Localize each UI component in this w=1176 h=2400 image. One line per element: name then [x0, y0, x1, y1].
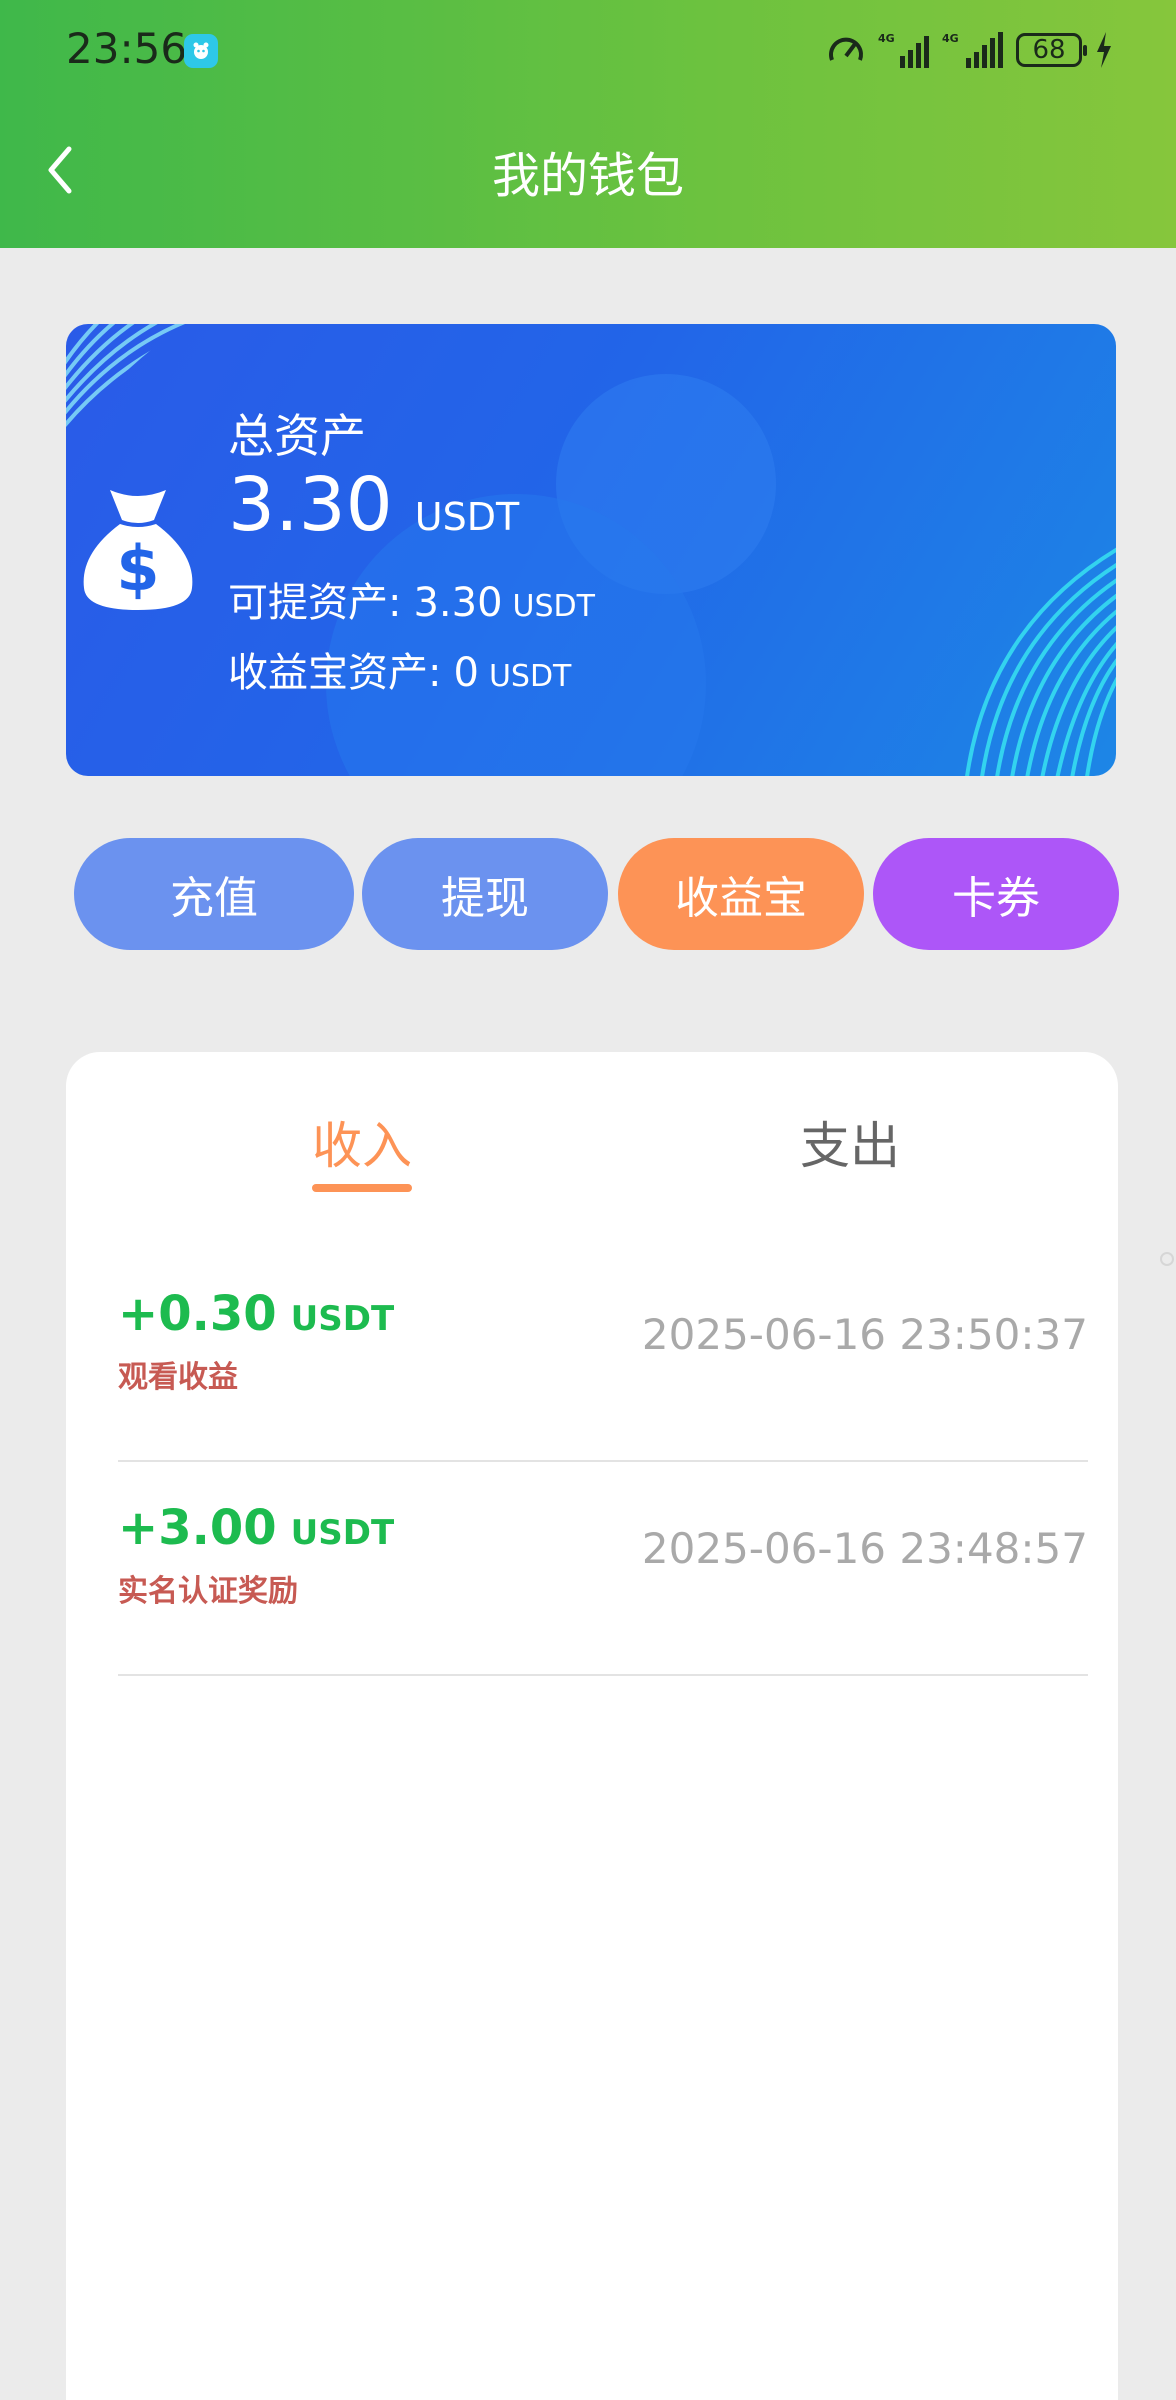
notification-app-icon: [184, 34, 218, 68]
withdrawable-unit: USDT: [512, 589, 595, 624]
signal-icon: 4G: [878, 32, 929, 68]
withdrawable-label: 可提资产:: [228, 580, 402, 626]
yield-label: 收益宝资产:: [228, 650, 442, 696]
list-item[interactable]: +3.00 USDT 实名认证奖励 2025-06-16 23:48:57: [118, 1462, 1088, 1676]
yield-assets: 收益宝资产: 0 USDT: [228, 640, 571, 698]
status-icons: 4G 4G 68: [826, 28, 1114, 72]
battery-icon: 68: [1016, 33, 1087, 67]
total-assets-value: 3.30: [228, 462, 393, 548]
record-amount-unit: USDT: [290, 1513, 395, 1553]
record-description: 实名认证奖励: [118, 1574, 298, 1609]
records-panel: 收入 支出 +0.30 USDT 观看收益 2025-06-16 23:50:3…: [66, 1052, 1118, 2400]
recharge-button[interactable]: 充值: [74, 838, 354, 950]
record-timestamp: 2025-06-16 23:50:37: [641, 1310, 1088, 1359]
status-time: 23:56: [66, 24, 188, 73]
total-assets: 3.30 USDT: [228, 462, 519, 548]
withdrawable-assets: 可提资产: 3.30 USDT: [228, 570, 595, 628]
speed-icon: [829, 37, 863, 61]
battery-level: 68: [1032, 35, 1066, 65]
withdraw-button[interactable]: 提现: [362, 838, 608, 950]
total-assets-label: 总资产: [228, 409, 366, 463]
record-amount-value: +3.00: [118, 1500, 277, 1556]
yield-value: 0: [453, 650, 479, 696]
charging-icon: [1097, 32, 1111, 68]
record-amount-value: +0.30: [118, 1286, 277, 1342]
record-timestamp: 2025-06-16 23:48:57: [641, 1524, 1088, 1573]
record-amount: +0.30 USDT: [118, 1286, 394, 1342]
page-title: 我的钱包: [491, 148, 684, 204]
svg-text:$: $: [116, 532, 159, 605]
yield-unit: USDT: [488, 659, 572, 694]
record-amount: +3.00 USDT: [118, 1500, 394, 1556]
total-assets-unit: USDT: [414, 495, 520, 539]
asset-card: $ 总资产 3.30 USDT 可提资产: 3.30 USDT 收益宝资产: 0…: [66, 324, 1116, 776]
tab-expense[interactable]: 支出: [800, 1106, 900, 1178]
header-bar: 23:56 4G 4G 68 我的钱包: [0, 0, 1176, 248]
record-description: 观看收益: [118, 1360, 238, 1395]
money-bag-icon: $: [83, 490, 193, 610]
scroll-indicator: [1160, 1252, 1174, 1266]
active-tab-indicator: [312, 1184, 412, 1192]
record-amount-unit: USDT: [290, 1299, 395, 1339]
coupon-button[interactable]: 卡券: [873, 838, 1119, 950]
withdrawable-value: 3.30: [413, 580, 503, 626]
yield-treasure-button[interactable]: 收益宝: [618, 838, 864, 950]
tab-income[interactable]: 收入: [312, 1106, 412, 1178]
list-item[interactable]: +0.30 USDT 观看收益 2025-06-16 23:50:37: [118, 1248, 1088, 1462]
svg-text:4G: 4G: [878, 32, 895, 45]
svg-text:4G: 4G: [942, 32, 959, 45]
card-decoration: [66, 324, 1116, 776]
signal-icon: 4G: [942, 32, 1003, 68]
action-buttons: 充值 提现 收益宝 卡券: [0, 838, 1176, 950]
